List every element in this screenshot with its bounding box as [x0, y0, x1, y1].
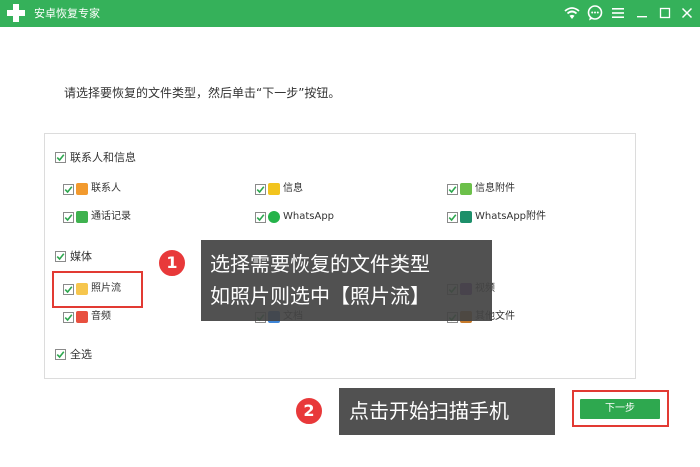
photo-stream-highlight	[52, 271, 143, 308]
maximize-icon[interactable]	[656, 4, 674, 22]
step1-line2: 如照片则选中【照片流】	[210, 284, 430, 308]
whatsapp-attachments-checkbox[interactable]	[447, 212, 458, 223]
whatsapp-checkbox[interactable]	[255, 212, 266, 223]
plus-logo-icon	[7, 4, 25, 22]
select-all-label: 全选	[70, 348, 92, 361]
contacts-label: 联系人	[91, 183, 121, 194]
contacts-group-label: 联系人和信息	[70, 151, 136, 164]
menu-icon[interactable]	[609, 4, 627, 22]
step1-line1: 选择需要恢复的文件类型	[210, 252, 430, 276]
step1-tooltip: 选择需要恢复的文件类型 如照片则选中【照片流】	[201, 240, 492, 321]
messages-icon	[268, 183, 280, 195]
whatsapp-label: WhatsApp	[283, 211, 335, 222]
audio-checkbox[interactable]	[63, 312, 74, 323]
contacts-group-checkbox[interactable]	[55, 152, 66, 163]
attachment-icon	[460, 183, 472, 195]
messages-checkbox[interactable]	[255, 184, 266, 195]
minimize-icon[interactable]	[633, 4, 651, 22]
message-attachments-checkbox[interactable]	[447, 184, 458, 195]
audio-icon	[76, 311, 88, 323]
step1-badge: 1	[157, 248, 187, 278]
step2-text: 点击开始扫描手机	[349, 399, 509, 423]
whatsapp-attachments-label: WhatsApp附件	[475, 211, 547, 222]
select-all-checkbox[interactable]	[55, 349, 66, 360]
wifi-icon[interactable]	[563, 4, 581, 22]
media-group-label: 媒体	[70, 250, 92, 263]
call-log-label: 通话记录	[91, 211, 131, 222]
contacts-icon	[76, 183, 88, 195]
messages-label: 信息	[283, 183, 303, 194]
step2-badge: 2	[294, 396, 324, 426]
whatsapp-icon	[268, 211, 280, 223]
title-bar: 安卓恢复专家	[0, 0, 700, 27]
message-attachments-label: 信息附件	[475, 183, 515, 194]
close-icon[interactable]	[678, 4, 696, 22]
contacts-checkbox[interactable]	[63, 184, 74, 195]
audio-label: 音频	[91, 311, 111, 322]
media-group-checkbox[interactable]	[55, 251, 66, 262]
call-log-checkbox[interactable]	[63, 212, 74, 223]
window-title: 安卓恢复专家	[34, 7, 100, 20]
phone-icon	[76, 211, 88, 223]
step2-tooltip: 点击开始扫描手机	[339, 388, 555, 435]
whatsapp-attachment-icon	[460, 211, 472, 223]
instruction-text: 请选择要恢复的文件类型，然后单击“下一步”按钮。	[64, 86, 341, 100]
next-button[interactable]: 下一步	[580, 399, 660, 419]
chat-icon[interactable]	[586, 4, 604, 22]
